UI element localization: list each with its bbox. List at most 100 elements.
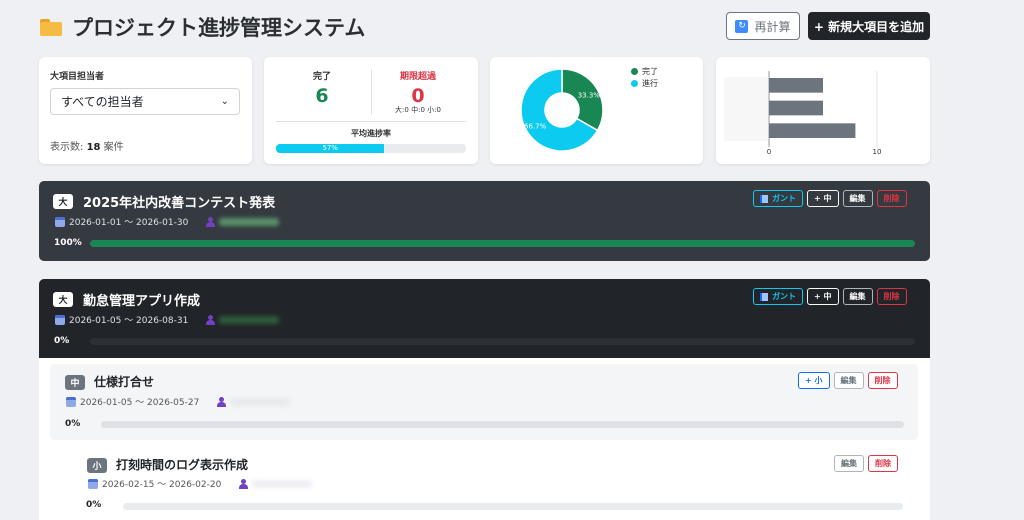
major-project-panel: 大 勤怠管理アプリ作成 2026-01-05 〜 2026-08-31 ガント …	[39, 279, 930, 358]
avg-progress-label: 平均進捗率	[351, 129, 391, 138]
major-project-panel: 大 2025年社内改善コンテスト発表 2026-01-01 〜 2026-01-…	[39, 181, 930, 261]
project-actions: ガント + 中 編集 削除	[753, 288, 907, 305]
delete-button[interactable]: 削除	[867, 372, 898, 389]
assignee-filter-label: 大項目担当者	[50, 72, 105, 82]
done-label: 完了	[312, 72, 331, 82]
legend-item: 完了	[631, 65, 658, 77]
delete-button[interactable]: 削除	[876, 190, 907, 207]
gantt-chart-icon	[760, 292, 768, 301]
status-donut-chart: 33.3% 66.7%	[520, 68, 604, 152]
edit-button[interactable]: 編集	[834, 455, 864, 472]
project-dates: 2026-01-01 〜 2026-01-30	[69, 218, 189, 228]
display-count-value: 18	[86, 142, 101, 153]
small-item-dates: 2026-02-15 〜 2026-02-20	[102, 480, 222, 490]
progress-bar	[123, 503, 903, 510]
delete-button[interactable]: 削除	[868, 455, 898, 472]
gantt-button[interactable]: ガント	[753, 190, 803, 207]
add-mid-button[interactable]: + 中	[807, 190, 839, 207]
assignee-bar-chart: 0 10	[724, 71, 882, 156]
mid-item-title: 仕様打合せ	[94, 375, 155, 389]
progress-bar	[90, 240, 915, 247]
display-count: 表示数: 18 案件	[50, 142, 124, 153]
assignee-name-redacted	[230, 397, 291, 406]
progress-percent: 100%	[54, 238, 82, 248]
person-icon	[239, 478, 249, 489]
calendar-icon	[55, 216, 65, 227]
recalc-button[interactable]: ↻ 再計算	[726, 12, 800, 40]
progress-fill	[90, 240, 915, 247]
small-item-panel: 小 打刻時間のログ表示作成 2026-02-15 〜 2026-02-20 編集…	[86, 453, 917, 520]
calendar-icon	[55, 314, 65, 325]
bar-0	[769, 78, 823, 93]
donut-slice-label: 33.3%	[578, 91, 601, 99]
progress-percent: 0%	[54, 336, 70, 346]
x-tick-label: 0	[767, 148, 771, 156]
edit-button[interactable]: 編集	[833, 372, 864, 389]
stats-card: 完了 6 期限超過 0 大:0 中:0 小:0 平均進捗率 57%	[264, 57, 478, 164]
legend-label: 完了	[642, 66, 658, 76]
small-item-title: 打刻時間のログ表示作成	[116, 458, 249, 472]
legend-swatch	[631, 79, 638, 87]
project-title: 2025年社内改善コンテスト発表	[83, 196, 276, 211]
mid-item-actions: + 小 編集 削除	[798, 372, 898, 389]
project-meta: 2026-01-05 〜 2026-08-31	[55, 313, 280, 326]
done-value: 6	[315, 85, 329, 107]
bar-chart-card: 0 10	[716, 57, 930, 164]
assignee-select-value: すべての担当者	[61, 95, 144, 109]
filter-card: 大項目担当者 すべての担当者 ⌄ 表示数: 18 案件	[39, 57, 252, 164]
person-icon	[217, 396, 227, 407]
small-item-actions: 編集 削除	[834, 455, 898, 472]
folder-icon	[40, 18, 62, 36]
mid-item-meta: 2026-01-05 〜 2026-05-27	[66, 395, 291, 408]
assignee-name-redacted	[219, 217, 280, 226]
gantt-chart-icon	[760, 194, 768, 203]
chevron-down-icon: ⌄	[220, 96, 229, 107]
bar-1	[769, 100, 823, 116]
add-major-item-button[interactable]: + 新規大項目を追加	[808, 12, 930, 40]
refresh-icon: ↻	[735, 19, 749, 33]
donut-legend: 完了 進行	[631, 65, 658, 89]
project-meta: 2026-01-01 〜 2026-01-30	[55, 215, 280, 228]
overdue-value: 0	[411, 85, 425, 107]
x-tick-label: 10	[873, 148, 882, 156]
project-dates: 2026-01-05 〜 2026-08-31	[69, 316, 189, 326]
progress-bar	[90, 338, 915, 345]
page-header: プロジェクト進捗管理システム ↻ 再計算 + 新規大項目を追加	[40, 10, 930, 42]
assignee-name-redacted	[219, 315, 280, 324]
legend-label: 進行	[642, 78, 658, 88]
status-donut-card: 33.3% 66.7% 完了進行	[490, 57, 703, 164]
add-mid-button[interactable]: + 中	[807, 288, 839, 305]
progress-bar	[101, 421, 904, 428]
calendar-icon	[88, 478, 98, 489]
delete-button[interactable]: 削除	[876, 288, 907, 305]
add-small-button[interactable]: + 小	[798, 372, 830, 389]
progress-percent: 0%	[65, 419, 81, 429]
person-icon	[206, 216, 216, 227]
stats-hdivider	[276, 121, 466, 122]
project-title: 勤怠管理アプリ作成	[83, 294, 201, 309]
bar-2	[769, 123, 856, 138]
overdue-breakdown: 大:0 中:0 小:0	[395, 106, 441, 114]
edit-button[interactable]: 編集	[842, 288, 873, 305]
mid-item-panel: 中 仕様打合せ 2026-01-05 〜 2026-05-27 + 小 編集 削…	[50, 364, 918, 440]
avg-progress-bar: 57%	[276, 144, 466, 153]
recalc-label: 再計算	[754, 19, 791, 34]
overdue-stat: 期限超過 0	[368, 69, 468, 107]
level-badge: 大	[53, 194, 73, 209]
small-item-meta: 2026-02-15 〜 2026-02-20	[88, 477, 313, 490]
level-badge: 大	[53, 292, 73, 307]
level-badge: 小	[87, 458, 107, 473]
overdue-label: 期限超過	[399, 72, 436, 82]
assignee-select[interactable]: すべての担当者 ⌄	[50, 88, 240, 115]
assignee-name-redacted	[252, 479, 313, 488]
mid-item-dates: 2026-01-05 〜 2026-05-27	[80, 398, 200, 408]
page-title: プロジェクト進捗管理システム	[40, 12, 365, 42]
progress-percent: 0%	[86, 500, 102, 510]
gantt-button[interactable]: ガント	[753, 288, 803, 305]
legend-swatch	[631, 67, 638, 75]
category-labels-redacted	[724, 77, 768, 141]
edit-button[interactable]: 編集	[842, 190, 873, 207]
calendar-icon	[66, 396, 76, 407]
project-actions: ガント + 中 編集 削除	[753, 190, 907, 207]
legend-item: 進行	[631, 77, 658, 89]
